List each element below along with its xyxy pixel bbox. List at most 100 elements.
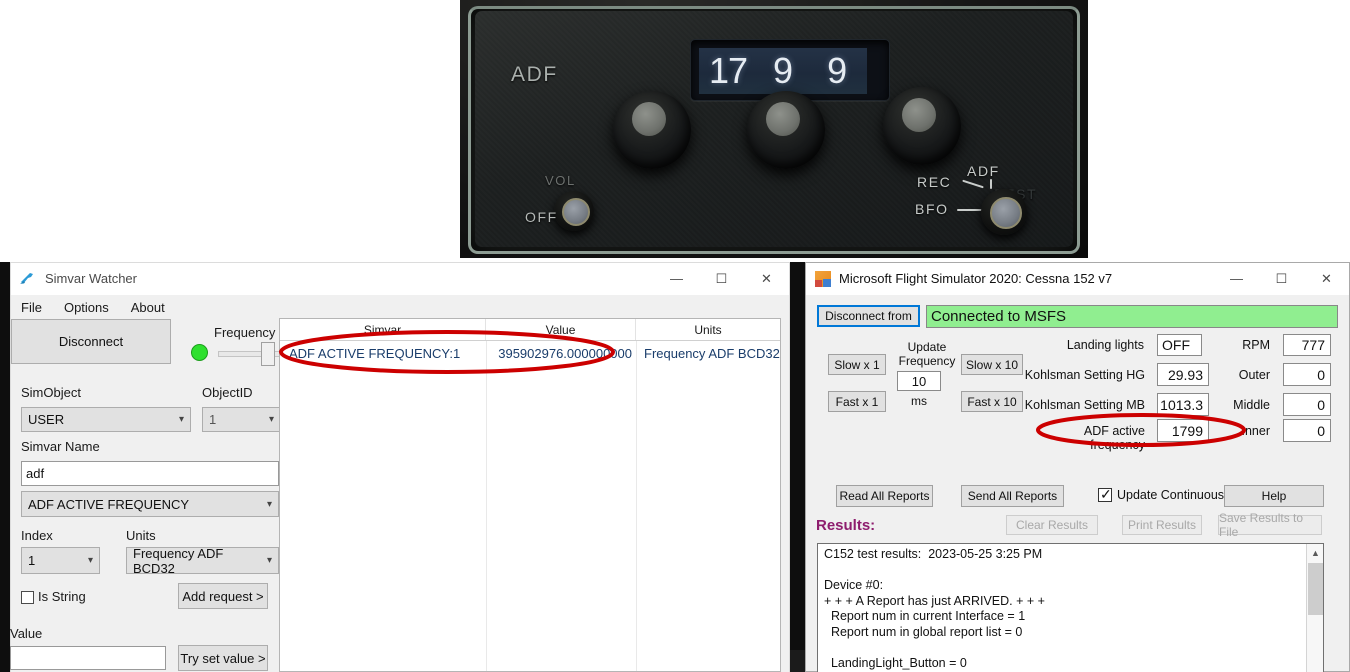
kohlsman-mb-label: Kohlsman Setting MB xyxy=(1024,398,1145,412)
adf-mode-tick xyxy=(990,179,992,189)
adf-active-frequency-field[interactable]: 1799 xyxy=(1157,419,1209,442)
grid-cell-value: 395902976.000000000 xyxy=(498,345,632,361)
landing-lights-field[interactable]: OFF xyxy=(1157,334,1202,356)
msfs-window-title: Microsoft Flight Simulator 2020: Cessna … xyxy=(839,271,1113,286)
adf-digit-2: 9 xyxy=(773,50,794,91)
minimize-icon[interactable]: — xyxy=(1214,263,1259,295)
adf-volume-label: VOL xyxy=(545,173,576,188)
chevron-down-icon: ▾ xyxy=(178,414,184,425)
inner-marker-field[interactable]: 0 xyxy=(1283,419,1331,442)
checkmark-icon: ✓ xyxy=(1100,486,1112,502)
adf-frequency-readout: 17 9 9 xyxy=(699,48,867,94)
frequency-slider-label: Frequency xyxy=(214,325,276,340)
msfs-app-icon xyxy=(815,270,831,287)
clear-results-button[interactable]: Clear Results xyxy=(1006,515,1098,535)
objectid-label: ObjectID xyxy=(202,385,253,400)
units-value: Frequency ADF BCD32 xyxy=(133,545,224,576)
grid-column-divider-1 xyxy=(486,341,487,671)
msfs-window-buttons: — ☐ ✕ xyxy=(1214,263,1349,295)
menu-item-options[interactable]: Options xyxy=(64,300,109,315)
connection-status-indicator xyxy=(191,344,208,361)
grid-cell-units: Frequency ADF BCD32 xyxy=(644,345,780,361)
fast-x1-button[interactable]: Fast x 1 xyxy=(828,391,886,412)
close-icon[interactable]: ✕ xyxy=(1304,263,1349,295)
save-results-to-file-button[interactable]: Save Results to File xyxy=(1218,511,1322,539)
update-frequency-units-label: ms xyxy=(911,394,927,408)
simvar-name-input[interactable]: adf xyxy=(21,461,279,486)
index-value: 1 xyxy=(28,553,36,568)
frequency-slider-thumb[interactable] xyxy=(261,342,275,366)
adf-tuning-knob-right[interactable] xyxy=(883,87,961,165)
update-frequency-label-line2: Frequency xyxy=(898,354,956,368)
middle-marker-field[interactable]: 0 xyxy=(1283,393,1331,416)
try-set-value-button[interactable]: Try set value > xyxy=(178,645,268,671)
objectid-dropdown[interactable]: 1 ▾ xyxy=(202,407,281,432)
menu-item-file[interactable]: File xyxy=(21,300,42,315)
scroll-down-icon[interactable]: ▼ xyxy=(1307,668,1323,672)
adf-bfo-tick xyxy=(957,209,983,211)
value-input[interactable] xyxy=(10,646,166,670)
scrollbar-thumb[interactable] xyxy=(1308,563,1323,615)
value-label: Value xyxy=(10,626,43,641)
table-row[interactable]: ADF ACTIVE FREQUENCY:1 395902976.0000000… xyxy=(280,341,780,365)
simobject-dropdown[interactable]: USER ▾ xyxy=(21,407,191,432)
kohlsman-hg-field[interactable]: 29.93 xyxy=(1157,363,1209,386)
inner-marker-label: Inner xyxy=(1241,424,1271,438)
units-dropdown[interactable]: Frequency ADF BCD32 ▾ xyxy=(126,545,279,576)
results-label: Results: xyxy=(816,517,876,534)
adf-tuning-knob-middle[interactable] xyxy=(747,91,825,169)
adf-mode-knob[interactable] xyxy=(981,189,1027,235)
results-output-box[interactable]: C152 test results: 2023-05-25 3:25 PM De… xyxy=(817,543,1324,672)
outer-marker-field[interactable]: 0 xyxy=(1283,363,1331,386)
results-scrollbar[interactable]: ▲ ▼ xyxy=(1306,544,1323,672)
adf-volume-knob[interactable] xyxy=(554,191,594,231)
simvar-watcher-menubar: File Options About xyxy=(11,295,789,319)
grid-header-row: Simvar Value Units xyxy=(280,319,780,341)
simvar-data-grid: Simvar Value Units ADF ACTIVE FREQUENCY:… xyxy=(279,318,781,672)
connection-status-banner: Connected to MSFS xyxy=(926,305,1338,328)
grid-header-units[interactable]: Units xyxy=(636,319,780,340)
send-all-reports-button[interactable]: Send All Reports xyxy=(961,485,1064,507)
close-icon[interactable]: ✕ xyxy=(744,263,789,295)
simvar-watcher-app-icon xyxy=(20,272,33,284)
outer-marker-label: Outer xyxy=(1238,368,1270,382)
disconnect-from-button[interactable]: Disconnect from xyxy=(817,305,920,327)
maximize-icon[interactable]: ☐ xyxy=(699,263,744,295)
print-results-button[interactable]: Print Results xyxy=(1122,515,1202,535)
grid-header-simvar[interactable]: Simvar xyxy=(280,319,486,340)
scroll-up-icon[interactable]: ▲ xyxy=(1307,544,1323,561)
simvar-watcher-titlebar[interactable]: Simvar Watcher — ☐ ✕ xyxy=(11,263,789,295)
simvar-watcher-window-buttons: — ☐ ✕ xyxy=(654,263,789,295)
grid-header-value[interactable]: Value xyxy=(486,319,636,340)
add-request-button[interactable]: Add request > xyxy=(178,583,268,609)
adf-digit-1: 17 xyxy=(709,50,748,91)
help-button[interactable]: Help xyxy=(1224,485,1324,507)
index-dropdown[interactable]: 1 ▾ xyxy=(21,547,100,574)
adf-active-frequency-label: ADF active frequency xyxy=(1083,424,1145,452)
results-output-text: C152 test results: 2023-05-25 3:25 PM De… xyxy=(824,547,1045,670)
maximize-icon[interactable]: ☐ xyxy=(1259,263,1304,295)
adf-panel-face: ADF 17 9 9 VOL OFF REC BFO ADF TEST xyxy=(475,11,1073,247)
msfs-titlebar[interactable]: Microsoft Flight Simulator 2020: Cessna … xyxy=(806,263,1349,295)
adf-rec-tick xyxy=(962,179,984,189)
minimize-icon[interactable]: — xyxy=(654,263,699,295)
slow-x1-button[interactable]: Slow x 1 xyxy=(828,354,886,375)
chevron-down-icon: ▾ xyxy=(266,498,272,510)
adf-tuning-knob-left[interactable] xyxy=(613,91,691,169)
disconnect-button[interactable]: Disconnect xyxy=(11,319,171,364)
kohlsman-hg-label: Kohlsman Setting HG xyxy=(1024,368,1145,382)
adf-rec-label: REC xyxy=(917,174,952,190)
rpm-field[interactable]: 777 xyxy=(1283,334,1331,356)
simobject-label: SimObject xyxy=(21,385,81,400)
index-label: Index xyxy=(21,528,53,543)
simvar-select-dropdown[interactable]: ADF ACTIVE FREQUENCY ▾ xyxy=(21,491,279,517)
adf-off-label: OFF xyxy=(525,209,558,225)
read-all-reports-button[interactable]: Read All Reports xyxy=(836,485,933,507)
chevron-down-icon: ▾ xyxy=(87,555,93,566)
update-continuously-label: Update Continuously xyxy=(1117,488,1234,502)
kohlsman-mb-field[interactable]: 1013.3 xyxy=(1157,393,1209,416)
is-string-checkbox[interactable] xyxy=(21,591,34,604)
update-frequency-input[interactable]: 10 xyxy=(897,371,941,391)
menu-item-about[interactable]: About xyxy=(131,300,165,315)
adf-digit-3: 9 xyxy=(827,50,848,91)
